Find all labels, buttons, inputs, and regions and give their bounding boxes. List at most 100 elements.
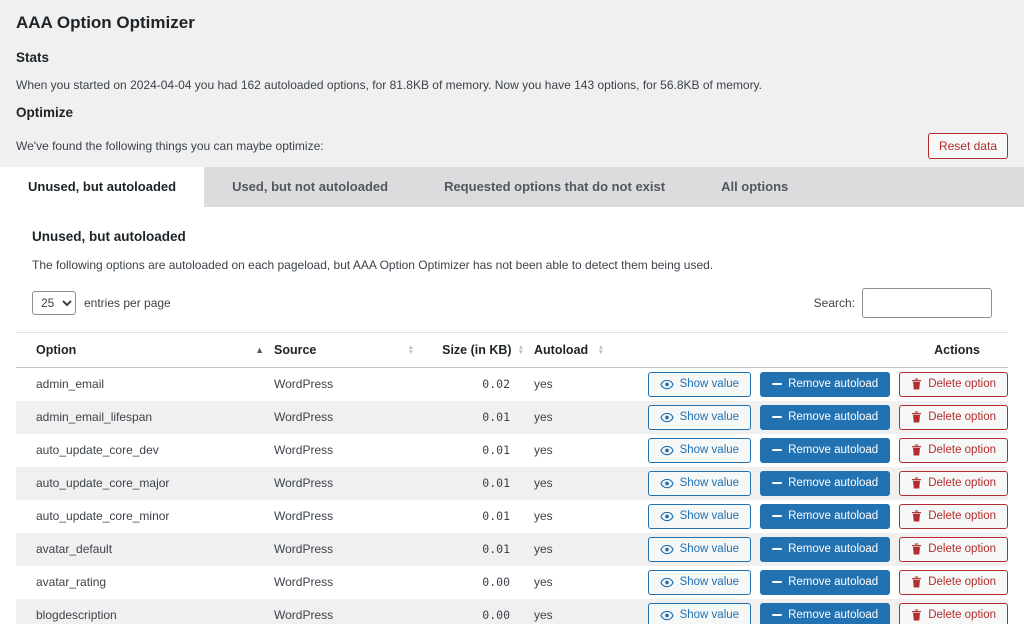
trash-icon bbox=[911, 609, 922, 621]
option-size-cell: 0.00 bbox=[482, 608, 510, 623]
page-title: AAA Option Optimizer bbox=[16, 13, 195, 32]
panel-intro: Unused, but autoloaded The following opt… bbox=[16, 229, 1008, 318]
option-autoload-cell: yes bbox=[534, 575, 553, 590]
delete-option-button[interactable]: Delete option bbox=[899, 602, 1008, 624]
option-size-cell: 0.01 bbox=[482, 443, 510, 458]
optimize-text: We've found the following things you can… bbox=[16, 139, 324, 153]
eye-icon bbox=[659, 577, 674, 588]
tab-requested-nonexistent[interactable]: Requested options that do not exist bbox=[416, 167, 693, 207]
option-name-cell: avatar_default bbox=[36, 542, 113, 557]
minus-icon bbox=[772, 577, 783, 587]
delete-option-button[interactable]: Delete option bbox=[899, 372, 1008, 397]
show-value-button[interactable]: Show value bbox=[647, 536, 752, 562]
option-name-cell: auto_update_core_major bbox=[36, 476, 170, 491]
remove-autoload-button[interactable]: Remove autoload bbox=[760, 503, 891, 529]
remove-autoload-button[interactable]: Remove autoload bbox=[760, 569, 891, 595]
option-source-cell: WordPress bbox=[274, 542, 334, 557]
entries-per-page-label: entries per page bbox=[84, 296, 171, 310]
delete-option-button[interactable]: Delete option bbox=[899, 503, 1008, 529]
column-header-actions: Actions bbox=[934, 343, 980, 357]
eye-icon bbox=[659, 511, 674, 522]
option-size-cell: 0.01 bbox=[482, 509, 510, 524]
delete-option-button[interactable]: Delete option bbox=[899, 569, 1008, 595]
table-row: auto_update_core_dev WordPress 0.01 yes … bbox=[16, 434, 1008, 467]
tab-used-not-autoloaded[interactable]: Used, but not autoloaded bbox=[204, 167, 416, 207]
delete-option-button[interactable]: Delete option bbox=[899, 404, 1008, 430]
option-size-cell: 0.01 bbox=[482, 476, 510, 491]
option-source-cell: WordPress bbox=[274, 443, 334, 458]
trash-icon bbox=[911, 543, 922, 555]
trash-icon bbox=[911, 444, 922, 456]
table-row: auto_update_core_minor WordPress 0.01 ye… bbox=[16, 500, 1008, 533]
eye-icon bbox=[659, 478, 674, 489]
panel-description: The following options are autoloaded on … bbox=[32, 258, 714, 272]
option-name-cell: blogdescription bbox=[36, 608, 117, 623]
option-source-cell: WordPress bbox=[274, 410, 334, 425]
delete-option-button[interactable]: Delete option bbox=[899, 536, 1008, 562]
stats-heading: Stats bbox=[16, 50, 50, 65]
options-table: Option ▲ Source ▲ ▼ Size (in KB) ▲ ▼ Autol… bbox=[16, 332, 1008, 624]
show-value-button[interactable]: Show value bbox=[647, 404, 752, 430]
option-autoload-cell: yes bbox=[534, 476, 553, 491]
remove-autoload-button[interactable]: Remove autoload bbox=[760, 404, 891, 430]
trash-icon bbox=[911, 510, 922, 522]
show-value-button[interactable]: Show value bbox=[647, 372, 752, 397]
column-header-option[interactable]: Option ▲ bbox=[16, 333, 274, 367]
eye-icon bbox=[659, 610, 674, 621]
delete-option-button[interactable]: Delete option bbox=[899, 437, 1008, 463]
table-row: admin_email WordPress 0.02 yes Show valu… bbox=[16, 368, 1008, 401]
trash-icon bbox=[911, 378, 922, 390]
row-actions: Show value Remove autoload Delete option bbox=[614, 566, 1008, 599]
trash-icon bbox=[911, 576, 922, 588]
option-autoload-cell: yes bbox=[534, 608, 553, 623]
option-source-cell: WordPress bbox=[274, 575, 334, 590]
entries-per-page: 25 entries per page bbox=[32, 291, 171, 315]
show-value-button[interactable]: Show value bbox=[647, 470, 752, 496]
table-body: admin_email WordPress 0.02 yes Show valu… bbox=[16, 368, 1008, 624]
option-autoload-cell: yes bbox=[534, 509, 553, 524]
option-source-cell: WordPress bbox=[274, 377, 334, 392]
column-header-source[interactable]: Source ▲ ▼ bbox=[274, 333, 424, 367]
table-row: avatar_rating WordPress 0.00 yes Show va… bbox=[16, 566, 1008, 599]
search-label: Search: bbox=[813, 296, 855, 310]
option-autoload-cell: yes bbox=[534, 377, 553, 392]
minus-icon bbox=[772, 445, 783, 455]
row-actions: Show value Remove autoload Delete option bbox=[614, 368, 1008, 401]
row-actions: Show value Remove autoload Delete option bbox=[614, 401, 1008, 434]
option-size-cell: 0.02 bbox=[482, 377, 510, 392]
option-name-cell: auto_update_core_dev bbox=[36, 443, 159, 458]
remove-autoload-button[interactable]: Remove autoload bbox=[760, 470, 891, 496]
optimize-heading: Optimize bbox=[16, 105, 74, 120]
show-value-button[interactable]: Show value bbox=[647, 569, 752, 595]
search-input[interactable] bbox=[862, 288, 992, 318]
remove-autoload-button[interactable]: Remove autoload bbox=[760, 437, 891, 463]
remove-autoload-button[interactable]: Remove autoload bbox=[760, 372, 891, 397]
row-actions: Show value Remove autoload Delete option bbox=[614, 599, 1008, 624]
column-header-autoload[interactable]: Autoload ▲ ▼ bbox=[534, 333, 614, 367]
delete-option-button[interactable]: Delete option bbox=[899, 470, 1008, 496]
sort-both-icon: ▲ ▼ bbox=[517, 343, 524, 356]
option-autoload-cell: yes bbox=[534, 443, 553, 458]
option-size-cell: 0.01 bbox=[482, 542, 510, 557]
option-source-cell: WordPress bbox=[274, 476, 334, 491]
minus-icon bbox=[772, 544, 783, 554]
table-controls: 25 entries per page Search: bbox=[32, 288, 992, 318]
show-value-button[interactable]: Show value bbox=[647, 503, 752, 529]
tab-unused-autoloaded[interactable]: Unused, but autoloaded bbox=[0, 167, 205, 207]
minus-icon bbox=[772, 412, 783, 422]
page-header: AAA Option Optimizer Stats When you star… bbox=[0, 0, 1024, 159]
reset-data-button[interactable]: Reset data bbox=[927, 133, 1008, 159]
show-value-button[interactable]: Show value bbox=[647, 602, 752, 624]
show-value-button[interactable]: Show value bbox=[647, 437, 752, 463]
table-row: admin_email_lifespan WordPress 0.01 yes … bbox=[16, 400, 1008, 434]
remove-autoload-button[interactable]: Remove autoload bbox=[760, 536, 891, 562]
row-actions: Show value Remove autoload Delete option bbox=[614, 467, 1008, 500]
tab-all-options[interactable]: All options bbox=[693, 167, 816, 207]
option-autoload-cell: yes bbox=[534, 542, 553, 557]
entries-per-page-select[interactable]: 25 bbox=[32, 291, 76, 315]
row-actions: Show value Remove autoload Delete option bbox=[614, 533, 1008, 566]
option-autoload-cell: yes bbox=[534, 410, 553, 425]
option-name-cell: admin_email_lifespan bbox=[36, 410, 153, 425]
column-header-size[interactable]: Size (in KB) ▲ ▼ bbox=[424, 333, 534, 367]
remove-autoload-button[interactable]: Remove autoload bbox=[760, 602, 891, 624]
